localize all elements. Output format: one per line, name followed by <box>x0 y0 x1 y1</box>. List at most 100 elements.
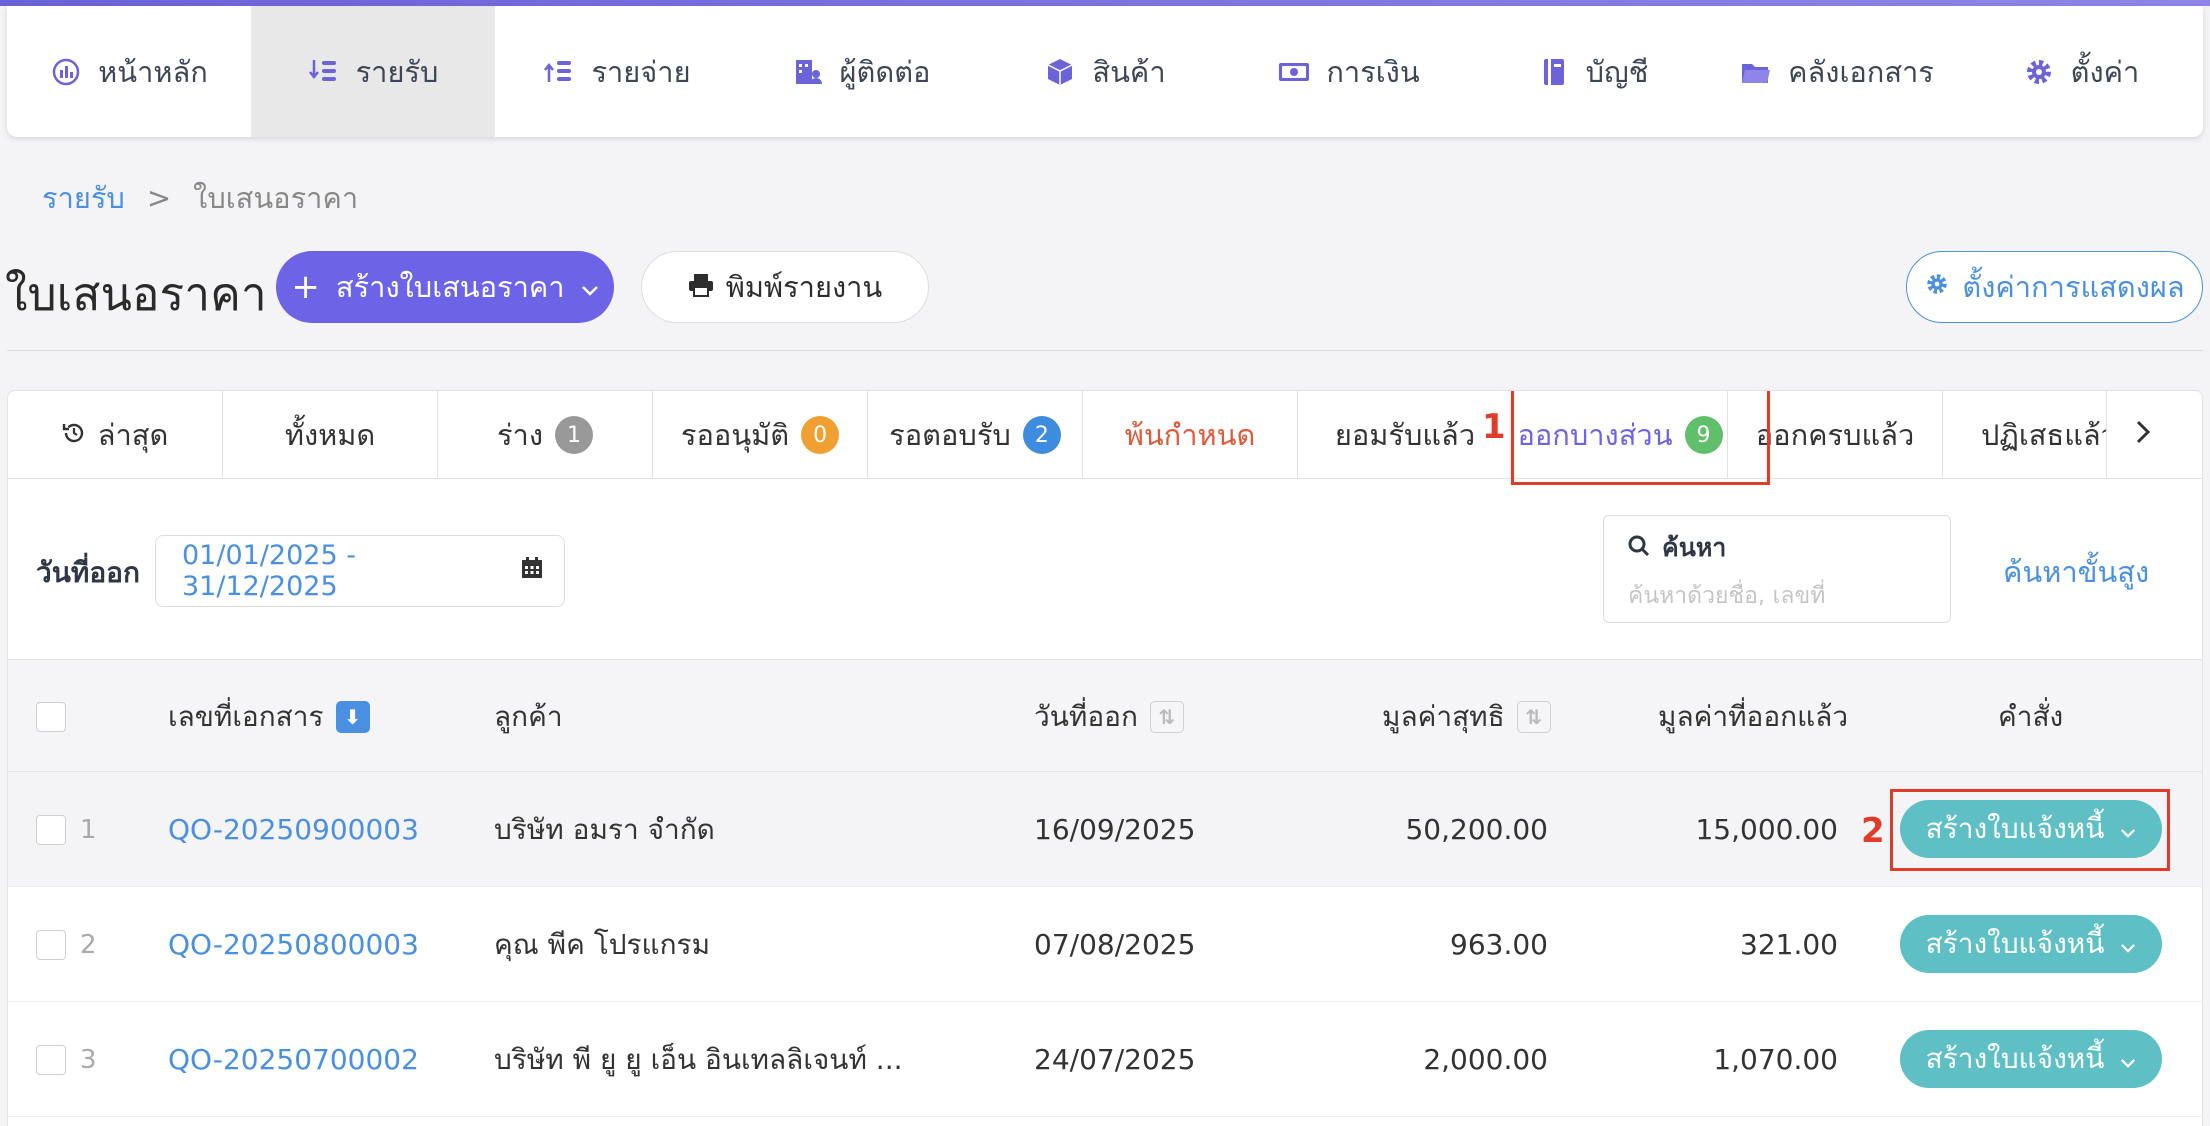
chevron-down-icon <box>2120 928 2136 961</box>
net-value: 2,000.00 <box>1423 1043 1548 1076</box>
row-checkbox[interactable] <box>36 814 66 845</box>
issue-date: 24/07/2025 <box>1034 1043 1196 1076</box>
net-value: 50,200.00 <box>1405 813 1548 846</box>
breadcrumb-current: ใบเสนอราคา <box>193 181 359 215</box>
header-issued-value: มูลค่าที่ออกแล้ว <box>1658 660 1848 773</box>
nav-item-income[interactable]: รายรับ <box>251 6 495 137</box>
header-doc-no[interactable]: เลขที่เอกสาร ⬇ <box>168 660 370 773</box>
search-placeholder: ค้นหาด้วยชื่อ, เลขที่ <box>1628 583 1826 609</box>
nav-item-label: รายรับ <box>355 54 439 89</box>
create-invoice-label: สร้างใบแจ้งหนี้ <box>1925 927 2105 960</box>
create-invoice-button[interactable]: สร้างใบแจ้งหนี้ <box>1900 915 2162 973</box>
issue-date: 16/09/2025 <box>1034 813 1196 846</box>
print-report-label: พิมพ์รายงาน <box>725 270 883 304</box>
folder-icon <box>1740 56 1772 88</box>
tab-all[interactable]: ทั้งหมด <box>223 391 438 479</box>
table-row[interactable]: 3 QO-20250700002 บริษัท พี ยู ยู เอ็น อิ… <box>8 1002 2202 1117</box>
tabs-scroll-right-button[interactable] <box>2106 391 2179 479</box>
sort-icon[interactable]: ⇅ <box>1516 700 1551 733</box>
search-header: ค้นหา <box>1628 528 1926 568</box>
nav-item-label: ตั้งค่า <box>2070 54 2140 89</box>
header-label: มูลค่าที่ออกแล้ว <box>1658 699 1849 733</box>
issued-value: 15,000.00 <box>1695 813 1838 846</box>
create-quotation-button[interactable]: + สร้างใบเสนอราคา <box>276 251 614 323</box>
create-invoice-button[interactable]: สร้างใบแจ้งหนี้ <box>1900 1030 2162 1088</box>
annotation-highlight-tab <box>1511 391 1770 485</box>
issued-value: 1,070.00 <box>1713 1043 1838 1076</box>
tab-awaiting-approval[interactable]: รออนุมัติ 0 <box>653 391 868 479</box>
nav-item-label: คลังเอกสาร <box>1788 54 1934 89</box>
tab-label: ทั้งหมด <box>284 418 376 452</box>
annotation-number-1: 1 <box>1482 407 1506 447</box>
doc-number-link[interactable]: QO-20250800003 <box>168 887 419 1002</box>
doc-number-link[interactable]: QO-20250900003 <box>168 772 419 887</box>
header-label: เลขที่เอกสาร <box>168 699 324 733</box>
annotation-highlight-button <box>1890 789 2170 871</box>
tab-overdue[interactable]: พ้นกำหนด <box>1083 391 1298 479</box>
box-icon <box>1044 56 1076 88</box>
print-report-button[interactable]: พิมพ์รายงาน <box>641 251 929 323</box>
header-label: วันที่ออก <box>1034 699 1138 733</box>
header-net-value[interactable]: มูลค่าสุทธิ ⇅ <box>1382 660 1551 773</box>
nav-item-home[interactable]: หน้าหลัก <box>7 6 251 137</box>
tab-label: ออกครบแล้ว <box>1755 418 1915 452</box>
display-settings-button[interactable]: ตั้งค่าการแสดงผล <box>1906 251 2203 323</box>
annotation-number-2: 2 <box>1861 811 1885 851</box>
create-quotation-label: สร้างใบเสนอราคา <box>335 270 565 304</box>
table-row[interactable]: 2 QO-20250800003 คุณ พีค โปรแกรม 07/08/2… <box>8 887 2202 1002</box>
search-icon <box>1628 534 1650 563</box>
dashboard-icon <box>50 56 82 88</box>
top-navigation: หน้าหลัก รายรับ รายจ่าย ผู้ติดต่อ สินค้า… <box>7 6 2203 137</box>
contacts-icon <box>792 56 824 88</box>
row-checkbox-cell: 3 <box>36 1002 97 1117</box>
row-checkbox[interactable] <box>36 929 66 960</box>
history-icon <box>62 418 86 452</box>
tab-accepted[interactable]: ยอมรับแล้ว <box>1298 391 1513 479</box>
row-checkbox-cell: 1 <box>36 772 97 887</box>
tab-label: รอตอบรับ <box>889 418 1011 452</box>
row-checkbox[interactable] <box>36 1044 66 1075</box>
display-settings-label: ตั้งค่าการแสดงผล <box>1962 270 2185 304</box>
nav-item-expense[interactable]: รายจ่าย <box>495 6 739 137</box>
row-number: 1 <box>80 814 97 845</box>
advanced-search-link[interactable]: ค้นหาขั้นสูง <box>2003 549 2149 595</box>
money-icon <box>1278 56 1310 88</box>
status-tabs: ล่าสุด ทั้งหมด ร่าง 1 รออนุมัติ 0 รอตอบร… <box>8 391 2202 479</box>
chevron-down-icon <box>581 270 599 304</box>
count-badge: 2 <box>1022 416 1061 454</box>
nav-item-products[interactable]: สินค้า <box>983 6 1227 137</box>
row-checkbox-cell: 2 <box>36 887 97 1002</box>
count-badge: 0 <box>801 416 840 454</box>
nav-item-accounting[interactable]: บัญชี <box>1471 6 1715 137</box>
sort-icon[interactable]: ⇅ <box>1149 700 1184 733</box>
tab-rejected[interactable]: ปฏิเสธแล้ว <box>1943 391 2106 479</box>
nav-item-settings[interactable]: ตั้งค่า <box>1959 6 2203 137</box>
tab-awaiting-response[interactable]: รอตอบรับ 2 <box>868 391 1083 479</box>
nav-item-contacts[interactable]: ผู้ติดต่อ <box>739 6 983 137</box>
page-title: ใบเสนอราคา <box>5 267 267 321</box>
doc-number-link[interactable]: QO-20250700002 <box>168 1002 419 1117</box>
header-label: ลูกค้า <box>494 699 563 733</box>
date-range-picker[interactable]: 01/01/2025 - 31/12/2025 <box>155 535 565 607</box>
breadcrumb-income-link[interactable]: รายรับ <box>42 175 125 221</box>
search-input[interactable]: ค้นหา ค้นหาด้วยชื่อ, เลขที่ <box>1603 515 1951 623</box>
select-all-checkbox[interactable] <box>36 701 66 732</box>
tab-label: พ้นกำหนด <box>1124 418 1256 452</box>
issue-date: 07/08/2025 <box>1034 928 1196 961</box>
breadcrumb-separator: > <box>146 181 172 215</box>
nav-item-documents[interactable]: คลังเอกสาร <box>1715 6 1959 137</box>
tab-label: ร่าง <box>496 418 544 452</box>
net-value: 963.00 <box>1450 928 1548 961</box>
date-range-value: 01/01/2025 - 31/12/2025 <box>182 540 356 602</box>
tab-latest[interactable]: ล่าสุด <box>8 391 223 479</box>
tab-draft[interactable]: ร่าง 1 <box>438 391 653 479</box>
sort-desc-icon[interactable]: ⬇ <box>335 700 370 733</box>
header-customer: ลูกค้า <box>494 660 563 773</box>
header-label: มูลค่าสุทธิ <box>1382 699 1505 733</box>
nav-item-label: การเงิน <box>1326 54 1420 89</box>
tab-label: รออนุมัติ <box>680 418 790 452</box>
nav-item-label: ผู้ติดต่อ <box>839 54 931 89</box>
header-date[interactable]: วันที่ออก ⇅ <box>1034 660 1184 773</box>
nav-item-finance[interactable]: การเงิน <box>1227 6 1471 137</box>
header-label: คำสั่ง <box>1998 699 2064 733</box>
